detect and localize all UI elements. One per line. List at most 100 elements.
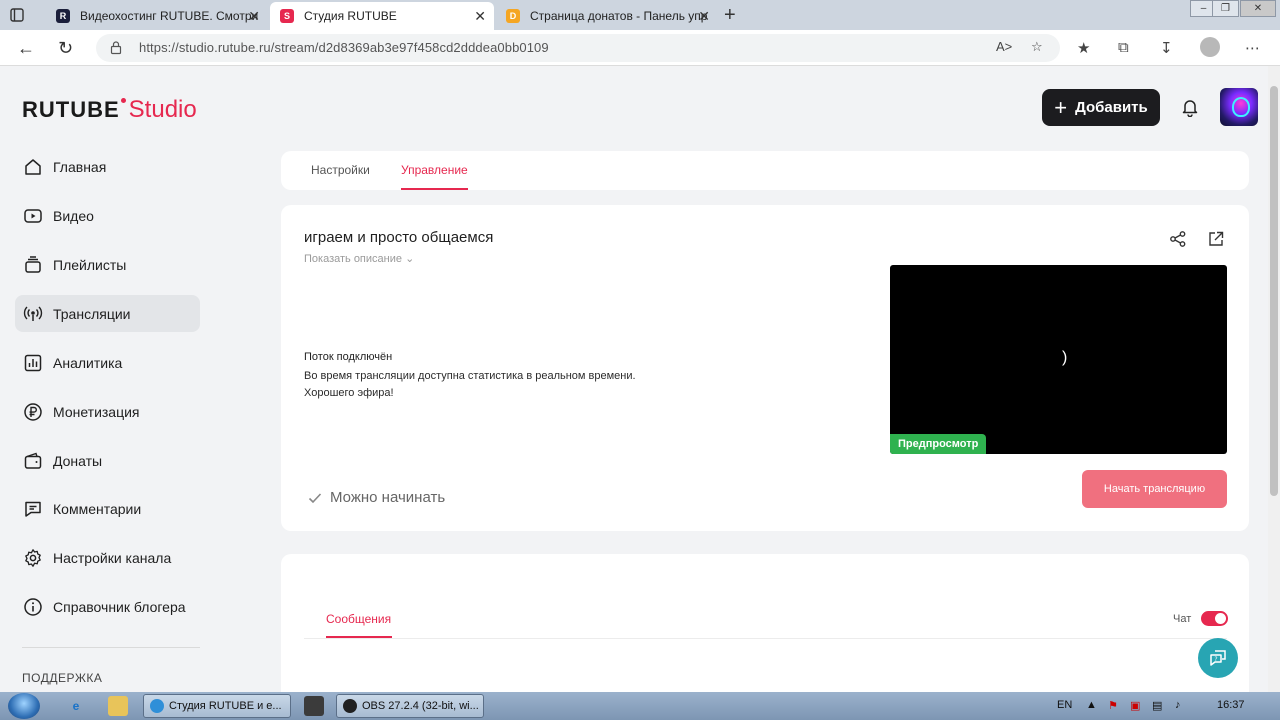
profile-icon[interactable] bbox=[1200, 37, 1220, 57]
logo-studio: Studio bbox=[128, 96, 197, 123]
close-window-button[interactable]: ✕ bbox=[1240, 0, 1276, 17]
chat-divider bbox=[304, 638, 1227, 639]
wallet-icon bbox=[23, 451, 43, 471]
task-label: OBS 27.2.4 (32-bit, wi... bbox=[362, 700, 479, 712]
donation-favicon-icon: D bbox=[506, 9, 520, 23]
tray-device-icon[interactable]: ▣ bbox=[1130, 699, 1140, 712]
sidebar-support-heading: ПОДДЕРЖКА bbox=[22, 671, 103, 685]
windows-taskbar: e Студия RUTUBE и е... OBS 27.2.4 (32-bi… bbox=[0, 692, 1280, 720]
favorites-icon[interactable]: ★ bbox=[1077, 39, 1090, 57]
sidebar-item-label: Аналитика bbox=[53, 354, 123, 371]
stream-status-line: Хорошего эфира! bbox=[304, 387, 394, 399]
sidebar-item-broadcasts[interactable]: Трансляции bbox=[15, 295, 200, 332]
logo-main: RUTUBE bbox=[22, 97, 120, 122]
sidebar-item-label: Комментарии bbox=[53, 500, 142, 517]
restore-button[interactable]: ❐ bbox=[1212, 0, 1239, 17]
ready-status-label: Можно начинать bbox=[330, 489, 446, 506]
tab-messages[interactable]: Сообщения bbox=[326, 612, 391, 626]
network-icon[interactable]: ▤ bbox=[1152, 699, 1162, 712]
start-broadcast-button[interactable]: Начать трансляцию bbox=[1082, 470, 1227, 508]
add-button[interactable]: + Добавить bbox=[1042, 89, 1160, 126]
video-icon bbox=[23, 206, 43, 226]
stream-title: играем и просто общаемся bbox=[304, 229, 494, 246]
plus-icon: + bbox=[1054, 94, 1068, 120]
address-bar[interactable]: https://studio.rutube.ru/stream/d2d8369a… bbox=[96, 34, 1060, 62]
add-favorite-icon[interactable]: ☆ bbox=[1031, 39, 1043, 55]
app-pixel-icon[interactable] bbox=[304, 696, 324, 716]
help-chat-button[interactable]: ? bbox=[1198, 638, 1238, 678]
sidebar-item-blogger-guide[interactable]: Справочник блогера bbox=[15, 588, 200, 625]
downloads-icon[interactable]: ↧ bbox=[1160, 39, 1173, 57]
language-indicator[interactable]: EN bbox=[1057, 699, 1072, 711]
taskbar-task-browser[interactable]: Студия RUTUBE и е... bbox=[143, 694, 291, 718]
studio-app: RUTUBE Studio + Добавить Главная Видео П… bbox=[0, 66, 1268, 692]
sidebar-item-monetization[interactable]: Монетизация bbox=[15, 393, 200, 430]
reload-icon[interactable]: ↻ bbox=[58, 38, 73, 59]
ready-status: Можно начинать bbox=[308, 489, 445, 506]
tab-title: Студия RUTUBE bbox=[304, 9, 397, 23]
analytics-icon bbox=[23, 353, 43, 373]
clock[interactable]: 16:37 bbox=[1217, 699, 1245, 711]
tray-flag-icon[interactable]: ⚑ bbox=[1108, 699, 1118, 712]
home-icon bbox=[23, 157, 43, 177]
volume-icon[interactable]: ♪ bbox=[1175, 699, 1181, 711]
taskbar-task-obs[interactable]: OBS 27.2.4 (32-bit, wi... bbox=[336, 694, 484, 718]
read-aloud-icon[interactable]: A˃ bbox=[996, 39, 1012, 54]
open-external-icon[interactable] bbox=[1207, 230, 1225, 248]
page-scrollbar[interactable] bbox=[1268, 66, 1280, 692]
tab-actions-icon[interactable] bbox=[8, 6, 26, 24]
sidebar-item-video[interactable]: Видео bbox=[15, 197, 200, 234]
notifications-bell-icon[interactable] bbox=[1180, 97, 1200, 117]
rutube-studio-logo[interactable]: RUTUBE Studio bbox=[22, 96, 197, 124]
start-button[interactable] bbox=[8, 693, 40, 719]
chevron-down-icon: ⌄ bbox=[405, 253, 415, 265]
obs-icon bbox=[343, 699, 357, 713]
explorer-folder-icon[interactable] bbox=[108, 696, 128, 716]
sidebar-item-label: Плейлисты bbox=[53, 256, 127, 273]
tab-close-icon[interactable]: ✕ bbox=[698, 8, 710, 25]
sidebar-item-playlists[interactable]: Плейлисты bbox=[15, 246, 200, 283]
browser-tab-rutube[interactable]: R Видеохостинг RUTUBE. Смотрит ✕ bbox=[46, 2, 268, 30]
browser-tab-donations[interactable]: D Страница донатов - Панель упр ✕ bbox=[496, 2, 718, 30]
collections-icon[interactable]: ⧉ bbox=[1118, 39, 1129, 56]
stream-status-line: Во время трансляции доступна статистика … bbox=[304, 370, 636, 382]
edge-icon bbox=[150, 699, 164, 713]
tray-expand-icon[interactable]: ▲ bbox=[1086, 699, 1097, 711]
sidebar-item-analytics[interactable]: Аналитика bbox=[15, 344, 200, 381]
sidebar-item-label: Монетизация bbox=[53, 403, 140, 420]
browser-toolbar: ← ↻ https://studio.rutube.ru/stream/d2d8… bbox=[0, 30, 1280, 66]
tab-close-icon[interactable]: ✕ bbox=[474, 8, 486, 25]
stream-preview-player[interactable]: ) Предпросмотр bbox=[890, 265, 1227, 454]
stream-card: играем и просто общаемся Показать описан… bbox=[281, 205, 1249, 531]
back-icon[interactable]: ← bbox=[17, 38, 35, 59]
scrollbar-thumb[interactable] bbox=[1270, 86, 1278, 496]
active-tab-indicator bbox=[401, 188, 468, 190]
sidebar-item-donations[interactable]: Донаты bbox=[15, 442, 200, 479]
user-avatar[interactable] bbox=[1220, 88, 1258, 126]
tab-management[interactable]: Управление bbox=[401, 163, 468, 177]
rutube-favicon-icon: R bbox=[56, 9, 70, 23]
tab-title: Видеохостинг RUTUBE. Смотрит bbox=[80, 9, 258, 23]
checkmark-icon bbox=[308, 492, 322, 503]
sidebar-item-comments[interactable]: Комментарии bbox=[15, 490, 200, 527]
comment-icon bbox=[23, 499, 43, 519]
ie-icon[interactable]: e bbox=[66, 696, 86, 716]
tab-close-icon[interactable]: ✕ bbox=[248, 8, 260, 25]
svg-text:?: ? bbox=[1214, 656, 1217, 663]
chat-toggle[interactable] bbox=[1201, 611, 1228, 626]
url-text[interactable]: https://studio.rutube.ru/stream/d2d8369a… bbox=[139, 40, 549, 55]
sidebar-item-channel-settings[interactable]: Настройки канала bbox=[15, 539, 200, 576]
chat-card: Сообщения Чат bbox=[281, 554, 1249, 692]
tab-settings[interactable]: Настройки bbox=[311, 163, 370, 177]
browser-tab-studio[interactable]: S Студия RUTUBE ✕ bbox=[270, 2, 494, 30]
new-tab-button[interactable]: + bbox=[724, 4, 736, 27]
stream-status-title: Поток подключён bbox=[304, 351, 393, 363]
sidebar-divider bbox=[22, 647, 200, 648]
lock-icon bbox=[110, 41, 122, 55]
show-description-toggle[interactable]: Показать описание ⌄ bbox=[304, 252, 414, 265]
share-icon[interactable] bbox=[1169, 230, 1187, 248]
page-tabs-card: Настройки Управление bbox=[281, 151, 1249, 190]
sidebar-item-home[interactable]: Главная bbox=[15, 148, 200, 185]
more-menu-icon[interactable]: ⋯ bbox=[1245, 39, 1260, 57]
task-label: Студия RUTUBE и е... bbox=[169, 700, 282, 712]
